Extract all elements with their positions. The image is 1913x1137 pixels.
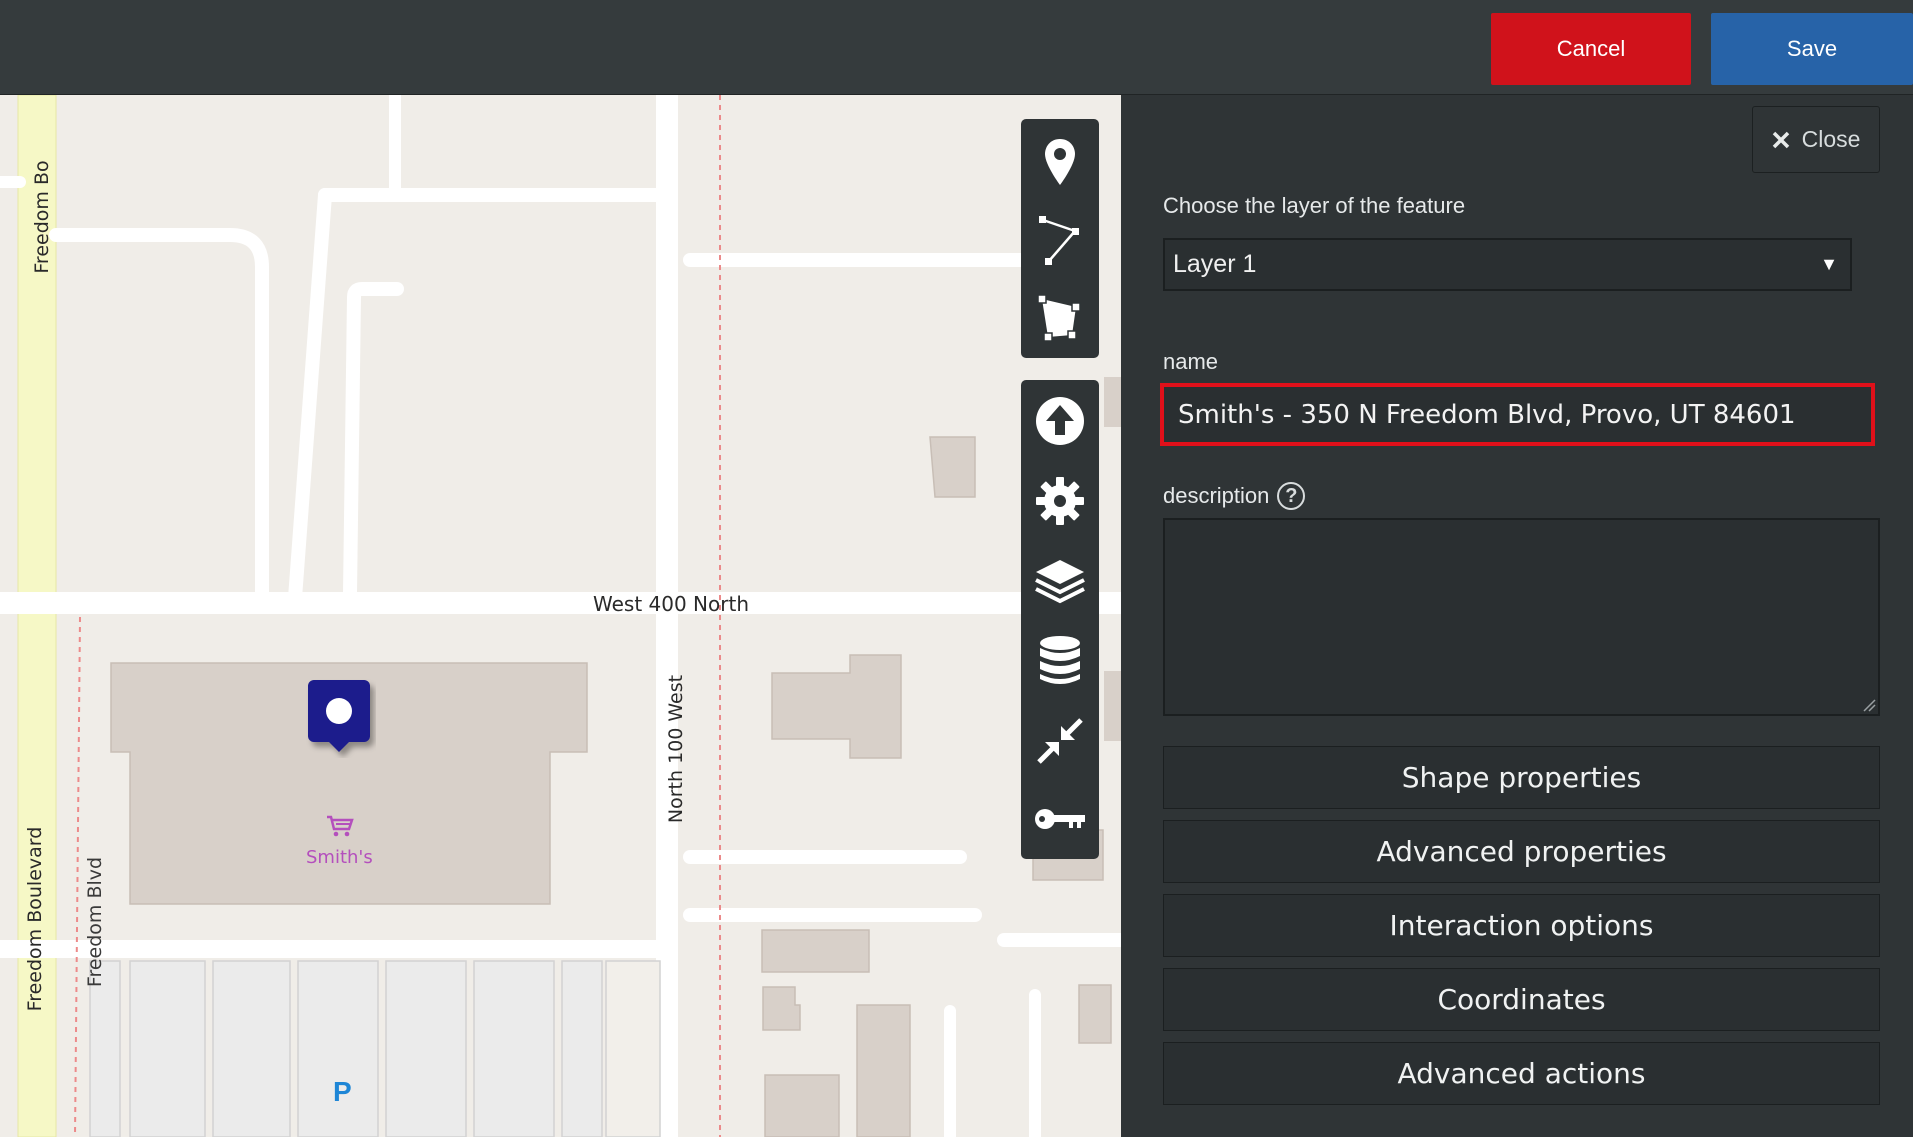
shopping-cart-icon (325, 814, 355, 843)
cancel-button[interactable]: Cancel (1491, 13, 1691, 85)
save-button[interactable]: Save (1711, 13, 1913, 85)
layers-button[interactable] (1021, 548, 1099, 614)
close-button[interactable]: Close (1752, 106, 1880, 173)
settings-button[interactable] (1021, 468, 1099, 534)
database-icon (1040, 636, 1080, 684)
layer-select-label: Choose the layer of the feature (1163, 193, 1466, 218)
advanced-actions-button[interactable]: Advanced actions (1163, 1042, 1880, 1105)
name-label: name (1163, 349, 1219, 374)
interaction-options-button[interactable]: Interaction options (1163, 894, 1880, 957)
shape-properties-button[interactable]: Shape properties (1163, 746, 1880, 809)
polyline-icon (1039, 216, 1079, 265)
permissions-button[interactable] (1021, 786, 1099, 852)
chevron-down-icon: ▼ (1820, 254, 1838, 274)
draw-polyline-button[interactable] (1021, 207, 1099, 273)
layers-icon (1035, 560, 1085, 604)
map-canvas[interactable]: Freedom Bo Freedom Boulevard Freedom Blv… (0, 95, 1121, 1137)
close-label: Close (1801, 126, 1861, 152)
resize-handle-icon[interactable] (1862, 698, 1876, 712)
polygon-icon (1037, 294, 1081, 342)
upload-button[interactable] (1021, 388, 1099, 454)
street-label-freedom-blvd: Freedom Blvd (84, 856, 106, 988)
street-label-north-100-west: North 100 West (665, 674, 687, 824)
advanced-properties-button[interactable]: Advanced properties (1163, 820, 1880, 883)
name-input-value: Smith's - 350 N Freedom Blvd, Provo, UT … (1178, 399, 1796, 430)
shrink-button[interactable] (1021, 708, 1099, 774)
street-label-freedom-bo: Freedom Bo (31, 160, 53, 274)
feature-marker-icon[interactable] (306, 678, 376, 763)
shrink-icon (1037, 718, 1083, 764)
description-label-row: description ? (1163, 482, 1306, 510)
name-input[interactable]: Smith's - 350 N Freedom Blvd, Provo, UT … (1160, 383, 1875, 446)
draw-toolbar (1021, 119, 1099, 358)
description-label: description (1163, 483, 1270, 508)
close-icon (1772, 131, 1789, 148)
description-textarea[interactable] (1163, 518, 1880, 716)
upload-icon (1036, 397, 1084, 445)
gear-icon (1036, 477, 1084, 525)
street-label-west-400-north: West 400 North (593, 592, 749, 616)
draw-marker-button[interactable] (1021, 129, 1099, 195)
poi-label-smiths: Smith's (306, 847, 373, 868)
map-tools-toolbar (1021, 380, 1099, 859)
layer-select[interactable]: Layer 1 ▼ (1163, 238, 1852, 291)
layer-select-value: Layer 1 (1173, 250, 1257, 278)
map-tiles (0, 95, 1121, 1137)
key-icon (1035, 809, 1085, 829)
parking-label: P (333, 1076, 352, 1107)
data-button[interactable] (1021, 628, 1099, 694)
street-label-freedom-boulevard: Freedom Boulevard (24, 826, 46, 1012)
marker-icon (1045, 139, 1075, 185)
draw-polygon-button[interactable] (1021, 285, 1099, 351)
help-icon[interactable]: ? (1277, 482, 1306, 510)
coordinates-button[interactable]: Coordinates (1163, 968, 1880, 1031)
